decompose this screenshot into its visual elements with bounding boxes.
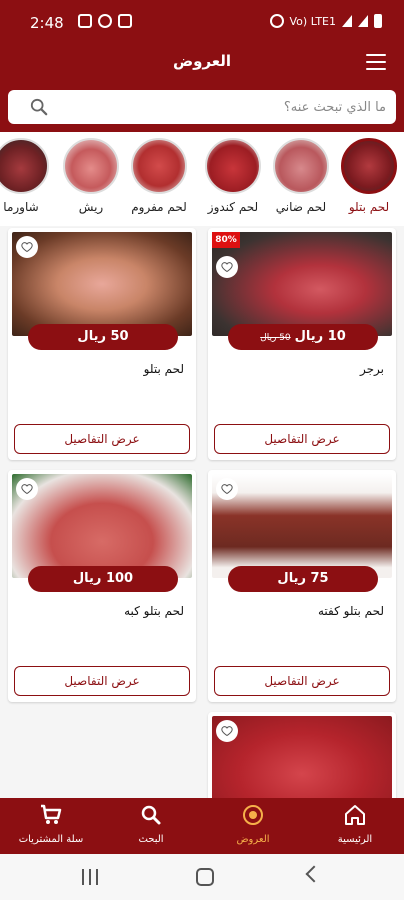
price-value: 10 ريال [294,329,346,344]
home-icon [345,805,365,825]
product-grid: 80% 10 ريال50 ريال برجر عرض التفاصيل 50 … [0,226,404,798]
nav-label: سلة المشتريات [18,834,84,845]
price-badge: 10 ريال50 ريال [228,324,378,350]
category-shawarma[interactable]: شاورما [0,138,56,214]
price-badge: 50 ريال [28,324,178,350]
category-image [205,138,261,194]
nav-offers[interactable]: العروض [208,804,298,845]
alarm-icon [269,14,284,28]
heart-icon[interactable] [16,236,38,258]
view-details-button[interactable]: عرض التفاصيل [14,424,190,454]
category-label: ريش [78,200,104,214]
nav-label: البحث [138,834,164,845]
heart-icon[interactable] [216,256,238,278]
nav-cart[interactable]: سلة المشتريات [6,804,96,845]
product-name: لحم بتلو كبه [124,604,184,618]
status-bar: 2:48 Vo) LTE1 [0,0,404,44]
nav-home[interactable]: الرئيسية [310,804,400,845]
app-notification-icon [118,14,132,28]
system-nav-bar [0,854,404,900]
network-label: Vo) LTE1 [289,14,336,28]
category-image [63,138,119,194]
product-name: لحم بتلو كفته [318,604,384,618]
cart-icon [41,804,62,824]
category-label: شاورما [3,200,39,214]
product-card[interactable]: 75 ريال لحم بتلو كفته عرض التفاصيل [208,470,396,702]
category-image [0,138,49,194]
view-details-button[interactable]: عرض التفاصيل [214,666,390,696]
search-input[interactable] [58,90,386,124]
page-title: العروض [172,52,232,70]
category-image [341,138,397,194]
product-image [212,716,392,798]
product-image [12,232,192,336]
view-details-button[interactable]: عرض التفاصيل [214,424,390,454]
category-strip[interactable]: لحم بتلو لحم ضاني لحم كندوز لحم مفروم ري… [0,132,404,224]
heart-icon[interactable] [216,720,238,742]
heart-icon[interactable] [16,478,38,500]
product-card[interactable]: 100 ريال لحم بتلو كبه عرض التفاصيل [8,470,196,702]
category-label: لحم ضاني [275,200,327,214]
price-badge: 75 ريال [228,566,378,592]
offers-icon [243,805,263,825]
search-area [0,80,404,132]
battery-icon [374,14,382,28]
system-status-icons: Vo) LTE1 [269,14,382,28]
price-badge: 100 ريال [28,566,178,592]
search-icon [141,805,161,825]
gallery-icon [78,14,92,28]
old-price: 50 ريال [260,333,291,343]
product-name: برجر [360,362,384,376]
nav-label: العروض [236,834,270,845]
product-card[interactable] [208,712,396,798]
nav-search[interactable]: البحث [106,804,196,845]
category-minced[interactable]: لحم مفروم [124,138,194,214]
status-time: 2:48 [30,14,64,32]
product-name: لحم بتلو [143,362,184,376]
category-label: لحم مفروم [131,200,187,214]
product-image [12,474,192,578]
whatsapp-icon [98,14,112,28]
search-box[interactable] [8,90,396,124]
category-image [273,138,329,194]
product-image [212,474,392,578]
category-lamb[interactable]: لحم ضاني [266,138,336,214]
nav-label: الرئيسية [337,834,373,845]
product-card[interactable]: 50 ريال لحم بتلو عرض التفاصيل [8,228,196,460]
app-bar: العروض [0,44,404,80]
bottom-nav: الرئيسية العروض البحث سلة المشتريات [0,798,404,854]
product-card[interactable]: 80% 10 ريال50 ريال برجر عرض التفاصيل [208,228,396,460]
category-label: لحم بتلو [348,200,390,214]
category-veal[interactable]: لحم بتلو [334,138,404,214]
home-button-icon[interactable] [196,868,214,886]
search-icon[interactable] [30,98,48,116]
heart-icon[interactable] [216,478,238,500]
signal-icon [342,15,352,27]
category-kandouz[interactable]: لحم كندوز [198,138,268,214]
back-icon[interactable] [305,865,323,883]
category-label: لحم كندوز [207,200,259,214]
notification-icons [78,14,132,28]
view-details-button[interactable]: عرض التفاصيل [14,666,190,696]
category-image [131,138,187,194]
category-ribs[interactable]: ريش [56,138,126,214]
recent-apps-icon[interactable] [82,869,98,885]
discount-badge: 80% [212,232,240,248]
menu-icon[interactable] [366,54,386,70]
signal-icon-2 [358,15,368,27]
